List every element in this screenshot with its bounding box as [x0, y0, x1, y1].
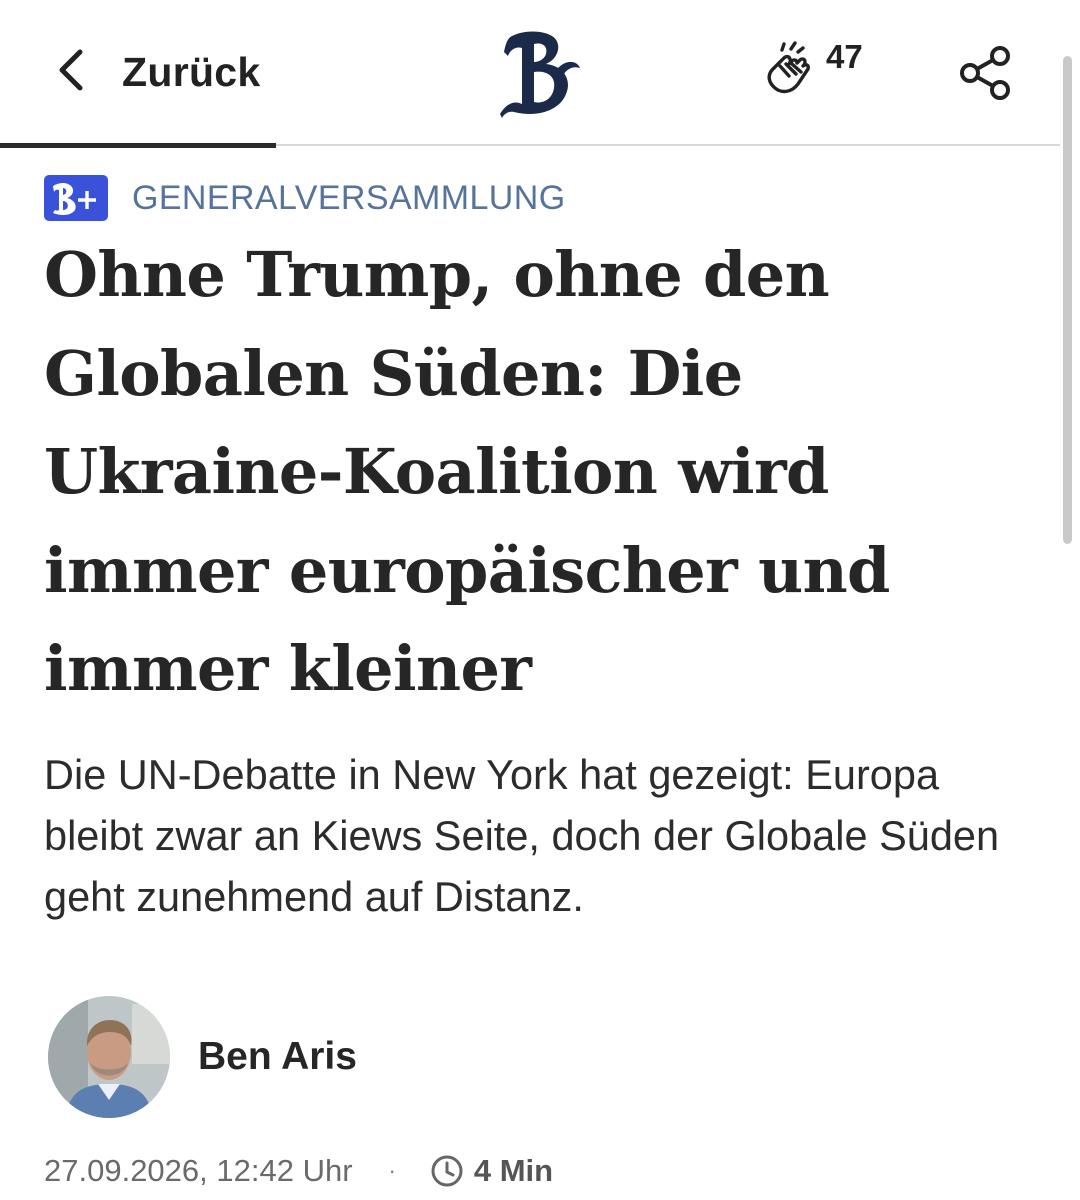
publish-date: 27.09.2026, 12:42 Uhr: [44, 1153, 353, 1188]
b-plus-premium-icon: [44, 175, 108, 221]
clock-icon: [430, 1154, 464, 1188]
chevron-left-icon: [52, 44, 92, 101]
clap-count: 47: [826, 38, 863, 75]
author-avatar[interactable]: [48, 996, 170, 1118]
read-time: 4 Min: [473, 1153, 554, 1188]
share-icon: [956, 46, 1018, 108]
author-block[interactable]: Ben Aris: [48, 996, 357, 1118]
back-button[interactable]: Zurück: [52, 40, 261, 104]
berliner-zeitung-logo-icon[interactable]: [498, 28, 584, 120]
clapping-hands-icon: [758, 41, 818, 106]
top-bar: Zurück 47: [0, 0, 1060, 144]
article-meta: 27.09.2026, 12:42 Uhr · 4 Min: [44, 1148, 553, 1194]
meta-separator: ·: [388, 1158, 396, 1183]
reading-progress-bar: [0, 143, 276, 148]
scrollbar[interactable]: [1063, 56, 1072, 544]
kicker-row: GENERALVERSAMMLUNG: [44, 174, 566, 222]
clap-button[interactable]: [758, 40, 818, 104]
article-kicker[interactable]: GENERALVERSAMMLUNG: [132, 179, 566, 218]
back-label: Zurück: [122, 48, 261, 95]
article-headline: Ohne Trump, ohne den Globalen Süden: Die…: [44, 238, 890, 705]
article-teaser: Die UN-Debatte in New York hat gezeigt: …: [44, 751, 1000, 920]
author-name[interactable]: Ben Aris: [198, 1035, 357, 1079]
share-button[interactable]: [956, 42, 1018, 104]
